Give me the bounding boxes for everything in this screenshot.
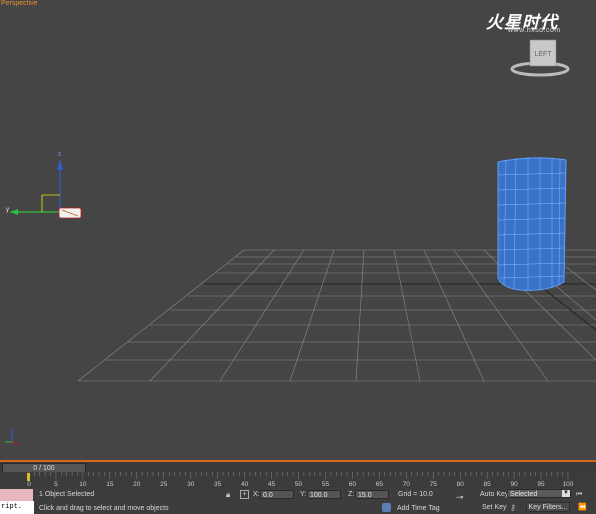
viewport-scene[interactable]: z y [0, 0, 596, 460]
track-tick-label: 40 [241, 481, 249, 488]
y-label: Y: [300, 491, 307, 498]
go-to-start-icon[interactable]: ⏮ [576, 490, 590, 499]
x-label: X: [253, 491, 260, 498]
axis-tripod [5, 428, 19, 445]
auto-key-label[interactable]: Auto Key [480, 491, 508, 498]
set-key-icon[interactable]: ⚷ [510, 503, 520, 512]
maxscript-listener-output[interactable] [0, 489, 33, 501]
x-field[interactable]: 0.0 [260, 490, 294, 499]
track-tick-label: 75 [430, 481, 438, 488]
viewcube[interactable]: LEFT [510, 38, 570, 78]
absolute-mode-icon[interactable]: + [240, 490, 249, 499]
selection-count: 1 Object Selected [39, 491, 95, 498]
add-time-tag[interactable]: Add Time Tag [397, 505, 440, 512]
chevron-down-icon[interactable]: ▼ [562, 490, 570, 497]
y-field[interactable]: 100.0 [307, 490, 341, 499]
track-tick-label: 5 [54, 481, 58, 488]
time-tag-icon[interactable] [382, 503, 391, 512]
track-tick-label: 55 [322, 481, 330, 488]
perspective-viewport[interactable]: z y Perspective 火星时代 www.hxsd.com LEFT [0, 0, 596, 460]
track-tick-label: 90 [510, 481, 518, 488]
track-tick-label: 60 [349, 481, 357, 488]
viewcube-face-label: LEFT [534, 51, 552, 58]
track-bar-ticks: 0 5 10 15 20 25 30 35 40 45 50 55 60 65 70 75 80 85 90 95 10… [27, 472, 574, 488]
status-bar: 1 Object Selected Click and drag to sele… [0, 488, 596, 514]
track-tick-label: 65 [376, 481, 384, 488]
track-tick-label: 50 [295, 481, 303, 488]
track-tick-label: 100 [563, 481, 574, 488]
viewport-label[interactable]: Perspective [1, 0, 38, 7]
time-slider-bar[interactable]: 0 / 100 [0, 460, 596, 474]
track-tick-label: 85 [484, 481, 492, 488]
track-tick-label: 35 [214, 481, 222, 488]
z-label: Z: [348, 491, 355, 498]
track-tick-label: 70 [403, 481, 411, 488]
track-tick-label: 30 [187, 481, 195, 488]
track-tick-label: 15 [106, 481, 114, 488]
move-gizmo[interactable] [10, 160, 82, 219]
key-mode-icon[interactable]: ⊸ [456, 493, 470, 502]
key-filters-button[interactable]: Key Filters... [526, 502, 570, 512]
maxscript-listener-input[interactable]: ript. [0, 501, 34, 514]
track-tick-label: 45 [268, 481, 276, 488]
grid-size: Grid = 10.0 [398, 491, 433, 498]
key-mode-toggle-icon[interactable]: ⏪ [578, 503, 592, 512]
z-field[interactable]: 15.0 [355, 490, 389, 499]
track-tick-label: 10 [79, 481, 87, 488]
gizmo-y-label: y [6, 207, 9, 213]
track-tick-label: 80 [457, 481, 465, 488]
prompt-line: Click and drag to select and move object… [39, 505, 169, 512]
track-tick-label: 95 [537, 481, 545, 488]
lock-icon[interactable]: 🔒︎ [226, 490, 234, 499]
track-tick-label: 0 [27, 481, 31, 488]
cylinder-object[interactable] [497, 157, 567, 291]
watermark-url: www.hxsd.com [508, 27, 561, 34]
current-frame-marker [27, 473, 30, 481]
track-tick-label: 20 [133, 481, 141, 488]
track-tick-label: 25 [160, 481, 168, 488]
set-key-label[interactable]: Set Key [482, 504, 507, 511]
track-bar[interactable]: 0 5 10 15 20 25 30 35 40 45 50 55 60 65 70 75 80 85 90 95 10… [0, 472, 596, 488]
gizmo-z-label: z [58, 152, 61, 158]
